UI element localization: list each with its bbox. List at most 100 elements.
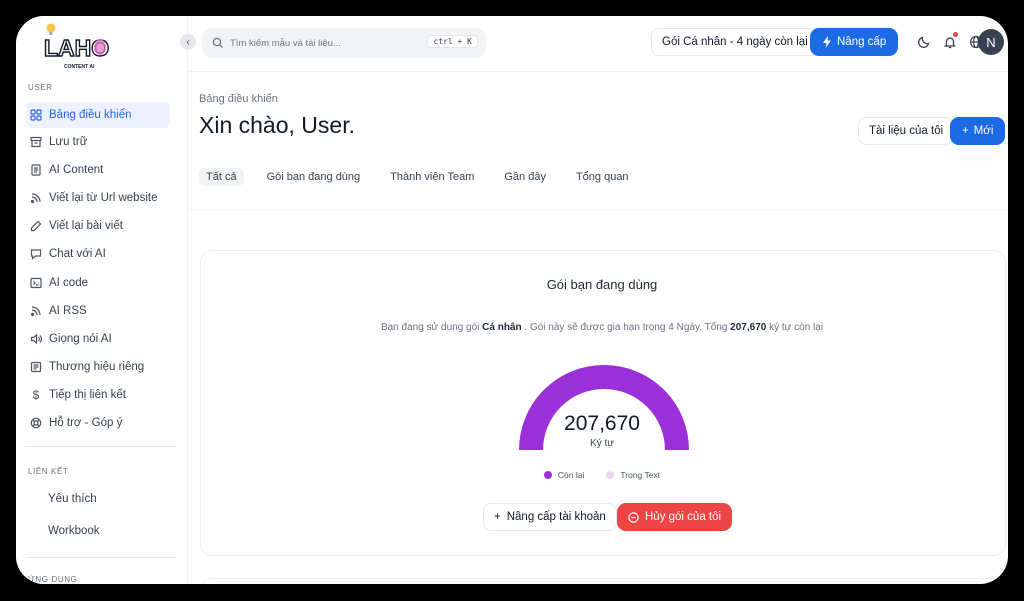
sidebar-item-label: Hỗ trợ - Góp ý bbox=[49, 417, 123, 429]
sidebar-item-label: Chat với AI bbox=[49, 248, 106, 260]
breadcrumb[interactable]: Bảng điều khiển bbox=[199, 93, 278, 105]
legend-dot bbox=[606, 471, 615, 479]
lightning-icon bbox=[823, 36, 831, 48]
gauge-legend: Còn lại Trong Text bbox=[201, 470, 1003, 480]
moon-icon bbox=[917, 36, 930, 49]
chat-icon bbox=[30, 248, 42, 260]
new-button[interactable]: + Mới bbox=[950, 117, 1006, 145]
sidebar-link-favorites[interactable]: Yêu thích bbox=[48, 493, 97, 505]
terminal-icon bbox=[30, 277, 42, 289]
upgrade-button[interactable]: Nâng cấp bbox=[810, 28, 899, 56]
sidebar-item-affiliate[interactable]: $ Tiếp thị liên kết bbox=[26, 382, 170, 408]
sidebar-item-label: Lưu trữ bbox=[49, 136, 88, 148]
collapse-sidebar-button[interactable]: ‹ bbox=[180, 34, 196, 50]
search-icon bbox=[212, 37, 223, 48]
tabs: Tất cả Gói bạn đang dùng Thành viên Team… bbox=[199, 168, 636, 186]
dashboard-grid-icon bbox=[30, 109, 42, 121]
sidebar-item-label: AI Content bbox=[49, 164, 104, 176]
sidebar-item-rewrite-article[interactable]: Viết lại bài viết bbox=[26, 213, 170, 239]
plan-name: Cá nhân bbox=[482, 322, 522, 333]
sidebar-item-support[interactable]: Hỗ trợ - Góp ý bbox=[26, 410, 170, 436]
legend-label: Trong Text bbox=[620, 470, 661, 480]
divider bbox=[188, 209, 1008, 210]
laho-logo[interactable]: LAHO CONTENT AI bbox=[42, 18, 116, 76]
svg-text:CONTENT AI: CONTENT AI bbox=[64, 64, 95, 70]
search-input[interactable] bbox=[230, 37, 430, 49]
archive-icon bbox=[30, 136, 42, 148]
tab-overview[interactable]: Tổng quan bbox=[569, 168, 636, 186]
bell-icon bbox=[943, 37, 957, 49]
legend-dot bbox=[543, 471, 552, 479]
sidebar-item-ai-code[interactable]: AI code bbox=[26, 270, 170, 296]
sidebar-item-label: AI code bbox=[49, 277, 88, 289]
sidebar-item-ai-content[interactable]: AI Content bbox=[26, 157, 170, 183]
section-label-apps: ỨNG DỤNG bbox=[28, 575, 78, 584]
plan-card-title: Gói bạn đang dùng bbox=[546, 277, 658, 292]
cancel-plan-button[interactable]: Hủy gói của tôi bbox=[617, 503, 733, 531]
sidebar-item-label: Thương hiệu riêng bbox=[49, 361, 145, 373]
sidebar-item-label: AI RSS bbox=[49, 305, 87, 317]
sidebar-item-archive[interactable]: Lưu trữ bbox=[26, 129, 170, 155]
sidebar-item-label: Bảng điều khiển bbox=[49, 109, 132, 121]
newspaper-icon bbox=[30, 361, 42, 373]
sidebar: LAHO CONTENT AI USER Bảng điều khiển Lưu… bbox=[16, 16, 188, 584]
document-icon bbox=[30, 164, 42, 176]
upgrade-account-button[interactable]: + Nâng cấp tài khoản bbox=[483, 503, 617, 531]
notifications-button[interactable] bbox=[942, 32, 958, 50]
new-label: Mới bbox=[973, 125, 994, 137]
section-label-links: LIÊN KẾT bbox=[28, 467, 69, 476]
sidebar-item-label: Giọng nói AI bbox=[49, 333, 112, 345]
dark-mode-toggle[interactable] bbox=[916, 34, 932, 50]
legend-remaining: Còn lại bbox=[543, 470, 585, 480]
rss-icon bbox=[30, 192, 42, 204]
plan-description: Bạn đang sử dụng gói Cá nhân . Gói này s… bbox=[201, 322, 1003, 333]
app-window: LAHO CONTENT AI USER Bảng điều khiển Lưu… bbox=[16, 16, 1008, 584]
gauge-value: 207,670 bbox=[564, 412, 640, 435]
gauge-unit: Ký tự bbox=[590, 438, 614, 449]
secondary-card bbox=[200, 578, 1006, 584]
notification-badge bbox=[953, 32, 958, 37]
sidebar-item-label: Tiếp thị liên kết bbox=[49, 389, 126, 401]
dollar-icon: $ bbox=[32, 388, 40, 402]
sidebar-item-chat[interactable]: Chat với AI bbox=[26, 241, 170, 267]
upgrade-label: Nâng cấp bbox=[837, 36, 887, 48]
tab-recent[interactable]: Gần đây bbox=[497, 168, 553, 186]
tab-team-members[interactable]: Thành viên Team bbox=[383, 168, 481, 186]
plus-icon: + bbox=[962, 125, 969, 137]
characters-total: 207,670 bbox=[730, 322, 767, 333]
plan-card: Gói bạn đang dùng Bạn đang sử dụng gói C… bbox=[200, 250, 1006, 556]
minus-circle-icon bbox=[628, 511, 639, 523]
sidebar-item-dashboard[interactable]: Bảng điều khiển bbox=[26, 102, 170, 128]
search-shortcut-hint: ctrl + K bbox=[427, 35, 478, 48]
tab-current-plan[interactable]: Gói bạn đang dùng bbox=[260, 168, 368, 186]
main-content: Bảng điều khiển Xin chào, User. Tài liệu… bbox=[188, 72, 1008, 584]
sidebar-divider bbox=[26, 557, 176, 558]
top-bar: ‹ ctrl + K Gói Cá nhân - 4 ngày còn lại … bbox=[180, 16, 1008, 72]
tab-all[interactable]: Tất cả bbox=[199, 168, 244, 186]
rss-icon bbox=[30, 305, 42, 317]
my-documents-button[interactable]: Tài liệu của tôi bbox=[858, 117, 955, 145]
page-title: Xin chào, User. bbox=[199, 112, 355, 138]
speaker-icon bbox=[30, 333, 42, 345]
desc-text: ký tự còn lại bbox=[766, 322, 824, 333]
user-avatar[interactable]: N bbox=[978, 29, 1004, 55]
legend-label: Còn lại bbox=[557, 470, 585, 480]
desc-text: . Gói này sẽ được gia hạn trong 4 Ngày. … bbox=[521, 322, 731, 333]
cancel-plan-label: Hủy gói của tôi bbox=[645, 511, 722, 523]
sidebar-divider bbox=[26, 446, 176, 447]
search-bar[interactable]: ctrl + K bbox=[202, 28, 486, 58]
plan-status-button[interactable]: Gói Cá nhân - 4 ngày còn lại bbox=[651, 28, 819, 56]
lifebuoy-icon bbox=[30, 417, 42, 429]
sidebar-item-rewrite-url[interactable]: Viết lại từ Url website bbox=[26, 185, 170, 211]
upgrade-account-label: Nâng cấp tài khoản bbox=[506, 511, 606, 523]
pencil-icon bbox=[30, 220, 42, 232]
sidebar-item-ai-rss[interactable]: AI RSS bbox=[26, 298, 170, 324]
sidebar-item-voice[interactable]: Giọng nói AI bbox=[26, 326, 170, 352]
sidebar-item-label: Viết lại bài viết bbox=[49, 220, 123, 232]
plus-icon: + bbox=[494, 511, 501, 523]
sidebar-item-brand[interactable]: Thương hiệu riêng bbox=[26, 354, 170, 380]
sidebar-item-label: Viết lại từ Url website bbox=[49, 192, 158, 204]
sidebar-link-workbook[interactable]: Workbook bbox=[48, 525, 100, 537]
chevron-left-icon: ‹ bbox=[186, 36, 190, 48]
section-label-user: USER bbox=[28, 83, 53, 92]
